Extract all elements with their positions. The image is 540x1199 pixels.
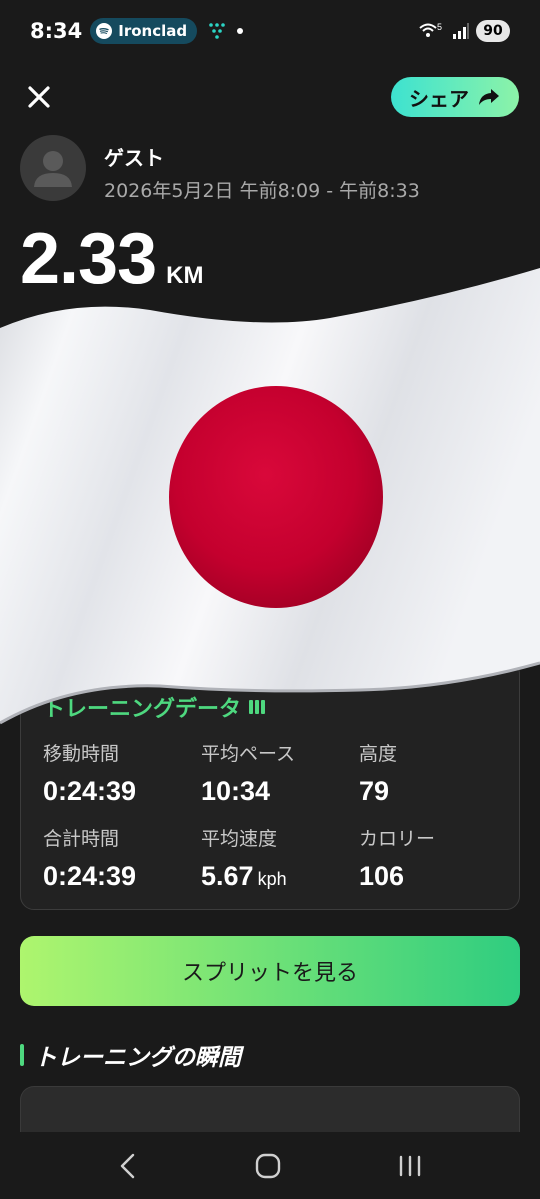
share-button[interactable]: シェア bbox=[391, 77, 519, 117]
avatar bbox=[20, 135, 86, 201]
japan-flag-sticker bbox=[0, 268, 540, 725]
stat-label: 平均ペース bbox=[201, 743, 296, 765]
notification-dot-icon bbox=[237, 28, 244, 34]
share-arrow-icon bbox=[479, 89, 499, 105]
view-splits-label: スプリットを見る bbox=[181, 961, 358, 986]
battery-indicator: 90 bbox=[476, 20, 510, 42]
moments-section-title: トレーニングの瞬間 bbox=[20, 1038, 241, 1072]
signal-icon bbox=[453, 23, 469, 39]
stat-label: 合計時間 bbox=[43, 828, 120, 850]
share-label: シェア bbox=[409, 86, 469, 111]
spotify-icon bbox=[96, 23, 113, 39]
close-icon bbox=[28, 86, 50, 108]
stat-label: 移動時間 bbox=[43, 743, 120, 765]
status-time: 8:34 bbox=[30, 19, 83, 43]
stat-avg-pace: 平均ペース 10:34 bbox=[201, 739, 295, 807]
stat-total-time: 合計時間 0:24:39 bbox=[43, 824, 136, 892]
stat-value: 10:34 bbox=[201, 776, 271, 806]
stat-unit: kph bbox=[257, 869, 287, 889]
home-icon[interactable] bbox=[254, 1152, 282, 1180]
network-badge: 5 bbox=[437, 22, 442, 32]
stat-label: 平均速度 bbox=[201, 828, 278, 850]
stat-value: 0:24:39 bbox=[43, 776, 137, 806]
stat-elevation: 高度 79 bbox=[359, 739, 397, 807]
moments-title-text: トレーニングの瞬間 bbox=[34, 1045, 241, 1071]
section-accent-bar bbox=[20, 1044, 24, 1066]
stat-value: 0:24:39 bbox=[43, 861, 137, 891]
stat-value: 106 bbox=[359, 861, 405, 891]
stat-calories: カロリー 106 bbox=[359, 824, 435, 892]
app-dots-icon bbox=[209, 23, 225, 39]
user-icon bbox=[34, 151, 72, 187]
stat-value: 79 bbox=[359, 776, 390, 806]
stat-avg-speed: 平均速度 5.67 kph bbox=[201, 824, 287, 892]
workout-datetime: 2026年5月2日 午前8:09 - 午前8:33 bbox=[104, 180, 420, 202]
stat-label: 高度 bbox=[359, 743, 398, 765]
stat-label: カロリー bbox=[359, 828, 436, 850]
media-pill[interactable]: Ironclad bbox=[90, 18, 198, 44]
wifi-icon: 5 bbox=[419, 22, 442, 37]
stat-value: 5.67 kph bbox=[201, 861, 287, 891]
close-button[interactable] bbox=[22, 80, 56, 114]
system-nav-bar bbox=[0, 1132, 540, 1199]
stat-moving-time: 移動時間 0:24:39 bbox=[43, 739, 136, 807]
view-splits-button[interactable]: スプリットを見る bbox=[20, 936, 520, 1006]
media-app-name: Ironclad bbox=[118, 22, 188, 40]
status-right: 5 90 bbox=[418, 20, 510, 42]
recents-icon[interactable] bbox=[397, 1154, 423, 1178]
moments-card[interactable] bbox=[20, 1086, 520, 1132]
back-icon[interactable] bbox=[117, 1153, 139, 1179]
status-bar: 8:34 Ironclad 5 90 bbox=[0, 0, 540, 62]
user-name: ゲスト bbox=[104, 146, 164, 170]
